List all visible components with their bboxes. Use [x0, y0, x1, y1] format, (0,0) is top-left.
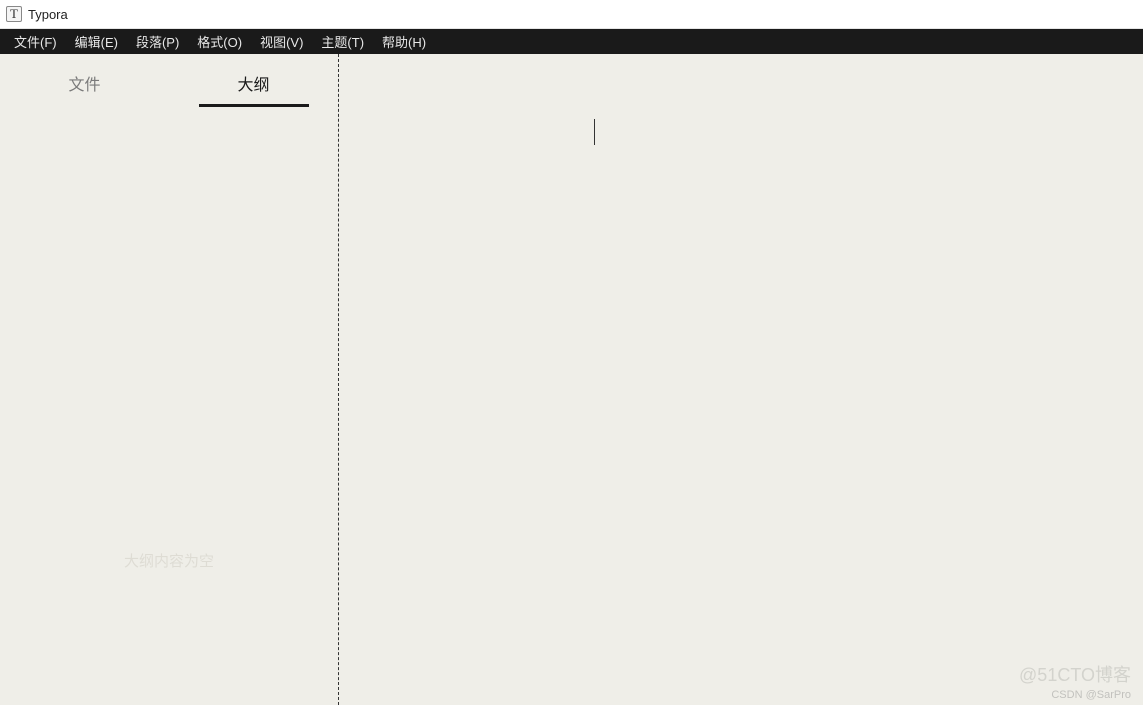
app-title: Typora — [28, 7, 68, 22]
tab-outline[interactable]: 大纲 — [169, 59, 338, 105]
menu-format[interactable]: 格式(O) — [188, 29, 251, 54]
outline-empty-text: 大纲内容为空 — [0, 550, 338, 571]
content-area: 文件 大纲 大纲内容为空 — [0, 54, 1143, 705]
menu-help[interactable]: 帮助(H) — [373, 29, 435, 54]
menu-theme[interactable]: 主题(T) — [312, 29, 373, 54]
menu-view[interactable]: 视图(V) — [251, 29, 312, 54]
editor-area[interactable] — [339, 54, 1143, 705]
watermark-top: @51CTO博客 — [1019, 661, 1131, 687]
menu-paragraph[interactable]: 段落(P) — [127, 29, 188, 54]
watermark-bottom: CSDN @SarPro — [1051, 689, 1131, 701]
app-icon: T — [6, 6, 22, 22]
sidebar: 文件 大纲 大纲内容为空 — [0, 54, 339, 705]
sidebar-body: 大纲内容为空 — [0, 110, 338, 705]
tab-files[interactable]: 文件 — [0, 59, 169, 105]
titlebar: T Typora — [0, 0, 1143, 29]
menu-edit[interactable]: 编辑(E) — [66, 29, 127, 54]
menu-file[interactable]: 文件(F) — [5, 29, 66, 54]
text-cursor — [594, 119, 595, 145]
sidebar-tabs: 文件 大纲 — [0, 54, 338, 110]
menubar: 文件(F) 编辑(E) 段落(P) 格式(O) 视图(V) 主题(T) 帮助(H… — [0, 29, 1143, 54]
